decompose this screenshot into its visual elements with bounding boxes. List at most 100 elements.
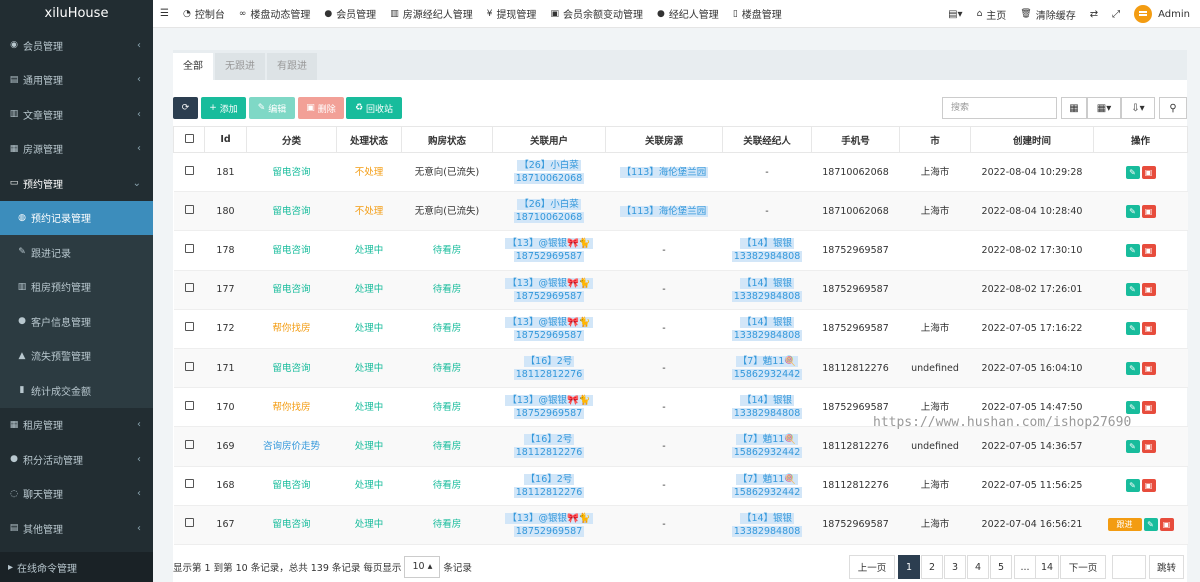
user-menu[interactable]: Admin [1127, 0, 1200, 28]
top-nav-item[interactable]: ▣ 会员余额变动管理 [543, 0, 650, 28]
next-page-button[interactable]: 下一页 [1060, 555, 1106, 579]
row-edit-button[interactable]: ✎ [1125, 165, 1140, 179]
page-number-button[interactable]: 2 [921, 555, 943, 579]
jump-button[interactable]: 跳转 [1149, 555, 1184, 579]
delete-button[interactable]: ▣ 删除 [298, 97, 344, 119]
row-checkbox[interactable] [173, 191, 205, 232]
top-nav-item[interactable]: ∞ 楼盘动态管理 [232, 0, 318, 28]
page-number-button[interactable]: 1 [898, 555, 920, 579]
edit-button[interactable]: ✎ 编辑 [249, 97, 295, 119]
page-number-button[interactable]: 3 [944, 555, 966, 579]
row-delete-button[interactable]: ▣ [1141, 283, 1156, 297]
cell-agent[interactable]: 【14】银银 13382984808 [722, 308, 812, 349]
row-edit-button[interactable]: ✎ [1143, 518, 1158, 532]
cell-user[interactable]: 【16】2号 18112812276 [492, 347, 606, 389]
cell-agent[interactable]: - [722, 151, 812, 193]
toggle-view-button[interactable]: ▦ [1061, 97, 1087, 119]
column-header-user[interactable]: 关联用户 [492, 126, 606, 153]
cell-house[interactable]: - [605, 426, 723, 467]
cell-user[interactable]: 【13】@银银🎀🐈 18752969587 [492, 269, 606, 310]
row-checkbox[interactable] [173, 151, 205, 193]
table-row[interactable]: 171 留电咨询 处理中 待看房 【16】2号 18112812276- 【7】魈11🍭 15… [173, 347, 1188, 389]
row-delete-button[interactable]: ▣ [1141, 400, 1156, 414]
column-header-category[interactable]: 分类 [246, 126, 337, 153]
search-input[interactable]: 搜索 [942, 97, 1057, 119]
row-delete-button[interactable]: ▣ [1141, 479, 1156, 493]
column-header-buy-status[interactable]: 购房状态 [401, 126, 493, 153]
table-row[interactable]: 172 帮你找房 处理中 待看房 【13】@银银🎀🐈 18752969587- 【14】银银… [173, 308, 1188, 349]
sidebar-toggle-button[interactable]: ☰ [153, 0, 176, 28]
row-edit-button[interactable]: ✎ [1125, 361, 1140, 375]
cell-house[interactable]: - [605, 230, 723, 271]
sidebar-item[interactable]: ◍ 预约记录管理 [0, 200, 153, 235]
cell-house[interactable]: - [605, 308, 723, 349]
select-all-checkbox[interactable] [173, 126, 205, 153]
sidebar-item[interactable]: ▤ 其他管理 ‹ [0, 511, 153, 546]
cell-user[interactable]: 【13】@银银🎀🐈 18752969587 [492, 504, 606, 545]
tab-all[interactable]: 全部 [173, 53, 213, 80]
sidebar-item[interactable]: ◉ 会员管理 ‹ [0, 28, 153, 63]
prev-page-button[interactable]: 上一页 [849, 555, 895, 579]
sidebar-item[interactable]: ▤ 通用管理 ‹ [0, 63, 153, 98]
table-row[interactable]: 167 留电咨询 处理中 待看房 【13】@银银🎀🐈 18752969587- 【14】银银… [173, 504, 1188, 545]
row-delete-button[interactable]: ▣ [1141, 165, 1156, 179]
top-nav-item[interactable]: ● 经纪人管理 [650, 0, 726, 28]
sidebar-item[interactable]: ▥ 文章管理 ‹ [0, 97, 153, 132]
table-row[interactable]: 177 留电咨询 处理中 待看房 【13】@银银🎀🐈 18752969587- 【14】银银… [173, 269, 1188, 310]
row-delete-button[interactable]: ▣ [1141, 322, 1156, 336]
recycle-bin-button[interactable]: ♻ 回收站 [346, 97, 402, 119]
row-checkbox[interactable] [173, 465, 205, 506]
row-edit-button[interactable]: ✎ [1125, 400, 1140, 414]
row-checkbox[interactable] [173, 269, 205, 310]
row-edit-button[interactable]: ✎ [1125, 283, 1140, 297]
row-edit-button[interactable]: ✎ [1125, 204, 1140, 218]
column-header-id[interactable]: Id [204, 126, 247, 153]
page-number-button[interactable]: 5 [990, 555, 1012, 579]
page-number-button[interactable]: ... [1014, 555, 1036, 579]
sidebar-item[interactable]: ● 积分活动管理 ‹ [0, 442, 153, 477]
refresh-button[interactable]: ⟳ [173, 97, 198, 119]
cell-agent[interactable]: 【14】银银 13382984808 [722, 230, 812, 271]
cell-user[interactable]: 【13】@银银🎀🐈 18752969587 [492, 387, 606, 428]
brand-logo[interactable]: xiluHouse [0, 0, 153, 28]
row-checkbox[interactable] [173, 387, 205, 428]
sidebar-item[interactable]: ▦ 房源管理 ‹ [0, 132, 153, 167]
cell-house[interactable]: - [605, 347, 723, 389]
row-checkbox[interactable] [173, 230, 205, 271]
row-delete-button[interactable]: ▣ [1141, 243, 1156, 257]
table-row[interactable]: 168 留电咨询 处理中 待看房 【16】2号 18112812276- 【7】魈11🍭 15… [173, 465, 1188, 506]
sidebar-item[interactable]: ▭ 预约管理 ⌄ [0, 166, 153, 201]
advanced-search-button[interactable]: ⚲ [1159, 97, 1187, 119]
cell-agent[interactable]: 【7】魈11🍭 15862932442 [722, 347, 812, 389]
sidebar-item[interactable]: ◌ 聊天管理 ‹ [0, 477, 153, 512]
row-checkbox[interactable] [173, 504, 205, 545]
jump-page-input[interactable] [1112, 555, 1146, 579]
column-header-phone[interactable]: 手机号 [811, 126, 900, 153]
top-nav-item[interactable]: ▥ 房源经纪人管理 [383, 0, 480, 28]
row-edit-button[interactable]: ✎ [1125, 322, 1140, 336]
cell-agent[interactable]: - [722, 191, 812, 232]
top-nav-item[interactable]: ¥ 提现管理 [480, 0, 544, 28]
row-checkbox[interactable] [173, 347, 205, 389]
cell-user[interactable]: 【16】2号 18112812276 [492, 465, 606, 506]
columns-dropdown[interactable]: ▦▾ [1087, 97, 1121, 119]
cell-house[interactable]: - [605, 504, 723, 545]
page-number-button[interactable]: 14 [1035, 555, 1059, 579]
row-delete-button[interactable]: ▣ [1141, 439, 1156, 453]
cell-user[interactable]: 【16】2号 18112812276 [492, 426, 606, 467]
column-header-agent[interactable]: 关联经纪人 [722, 126, 812, 153]
row-delete-button[interactable]: ▣ [1159, 518, 1174, 532]
sidebar-item[interactable]: ▲ 流失预警管理 [0, 338, 153, 373]
cell-user[interactable]: 【26】小白菜 18710062068 [492, 191, 606, 232]
cell-user[interactable]: 【26】小白菜 18710062068 [492, 151, 606, 193]
tab-has-follow[interactable]: 有跟进 [267, 53, 317, 80]
row-delete-button[interactable]: ▣ [1141, 361, 1156, 375]
cell-agent[interactable]: 【7】魈11🍭 15862932442 [722, 426, 812, 467]
sidebar-item[interactable]: ✎ 跟进记录 [0, 235, 153, 270]
sidebar-item-online-command[interactable]: ▸ 在线命令管理 [0, 552, 153, 582]
column-header-city[interactable]: 市 [899, 126, 971, 153]
sidebar-item[interactable]: ● 客户信息管理 [0, 304, 153, 339]
translate-button[interactable]: ⇄ [1083, 0, 1105, 28]
add-button[interactable]: + 添加 [201, 97, 246, 119]
cell-agent[interactable]: 【14】银银 13382984808 [722, 387, 812, 428]
